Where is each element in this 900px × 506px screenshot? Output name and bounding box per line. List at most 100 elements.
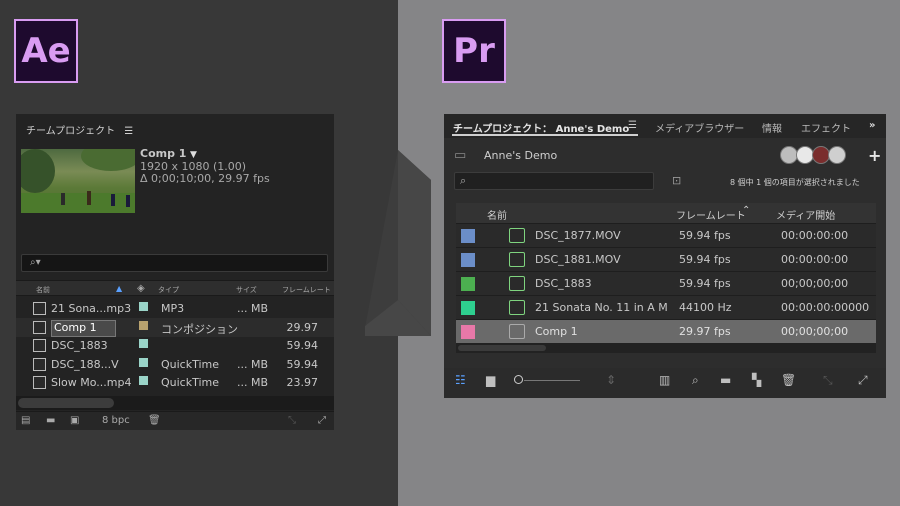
- new-bin-icon[interactable]: ▬: [720, 373, 731, 387]
- after-effects-logo: Ae: [14, 19, 78, 83]
- video-clip-icon: [509, 252, 525, 267]
- pr-search-input[interactable]: ⌕: [454, 172, 654, 190]
- find-icon[interactable]: ⊡: [672, 174, 681, 187]
- find-icon[interactable]: ⌕: [692, 373, 699, 388]
- ae-project-item[interactable]: DSC_1883 59.94: [16, 336, 334, 355]
- tab-info[interactable]: 情報: [762, 120, 782, 135]
- label-color-swatch[interactable]: [461, 277, 475, 291]
- pr-bottom-toolbar: ☷ ▆ ⇕ ▥ ⌕ ▬ ▚ 🗑 ⤡ ⤢: [444, 368, 886, 398]
- sort-ascending-icon[interactable]: ▲: [116, 284, 122, 293]
- pr-item-media-start: 00:00:00:00: [781, 253, 849, 266]
- bit-depth-button[interactable]: 8 bpc: [102, 415, 130, 426]
- column-name[interactable]: 名前: [487, 207, 507, 222]
- ae-item-name: Comp 1: [51, 319, 116, 337]
- column-frame-rate[interactable]: フレームレート: [282, 285, 331, 295]
- new-item-icon[interactable]: ▚: [752, 373, 761, 387]
- label-color-swatch[interactable]: [461, 325, 475, 339]
- ae-item-frame-rate: 59.94: [286, 357, 319, 371]
- comp-name: Comp 1: [140, 147, 187, 160]
- pr-item-name: DSC_1877.MOV: [535, 229, 621, 242]
- expand-icon[interactable]: ⤢: [858, 373, 868, 388]
- ae-item-name: Slow Mo...mp4: [51, 376, 132, 389]
- chevron-double-right-icon[interactable]: »: [869, 120, 875, 131]
- project-name: Anne's Demo: [484, 149, 558, 162]
- hamburger-icon[interactable]: ☰: [628, 120, 637, 131]
- ae-project-item[interactable]: DSC_188...V QuickTime ... MB 59.94: [16, 355, 334, 374]
- label-color-swatch[interactable]: [461, 229, 475, 243]
- column-name[interactable]: 名前: [36, 285, 50, 295]
- pr-team-project-panel: チームプロジェクト： Anne's Demo ☰ メディアブラウザー 情報 エフ…: [444, 114, 886, 398]
- label-color-swatch[interactable]: [139, 302, 148, 311]
- ae-project-item[interactable]: Slow Mo...mp4 QuickTime ... MB 23.97: [16, 373, 334, 392]
- label-tag-icon[interactable]: ◈: [137, 283, 145, 294]
- label-color-swatch[interactable]: [139, 320, 148, 330]
- pr-project-item[interactable]: Comp 1 29.97 fps 00;00;00;00: [456, 319, 876, 343]
- interpret-footage-icon[interactable]: ▤: [21, 415, 30, 426]
- hamburger-icon[interactable]: ☰: [124, 126, 133, 137]
- column-size[interactable]: サイズ: [236, 285, 257, 295]
- zoom-slider[interactable]: [514, 373, 580, 387]
- expand-icon[interactable]: ⤢: [318, 415, 326, 426]
- column-frame-rate[interactable]: フレームレート: [676, 207, 746, 222]
- pr-item-media-start: 00;00;00;00: [781, 325, 849, 338]
- pr-item-media-start: 00:00:00:00: [781, 229, 849, 242]
- search-icon: ⌕▾: [30, 257, 41, 268]
- ae-project-item[interactable]: Comp 1 コンポジション 29.97: [16, 317, 334, 337]
- chevron-down-icon[interactable]: ▼: [190, 150, 197, 160]
- pr-item-name: Comp 1: [535, 325, 578, 338]
- list-view-icon[interactable]: ☷: [455, 373, 466, 387]
- tab-media-browser[interactable]: メディアブラウザー: [655, 120, 744, 135]
- ae-horizontal-scrollbar[interactable]: [16, 396, 334, 410]
- pr-item-name: DSC_1883: [535, 277, 592, 290]
- trash-icon[interactable]: 🗑: [781, 373, 796, 387]
- video-file-icon: [33, 376, 46, 389]
- ae-item-size: ... MB: [237, 302, 269, 315]
- automate-to-sequence-icon[interactable]: ▥: [659, 373, 670, 387]
- sort-ascending-icon[interactable]: ⌃: [742, 205, 750, 216]
- trash-icon[interactable]: 🗑: [148, 415, 161, 426]
- audio-clip-icon: [509, 300, 525, 315]
- label-color-swatch[interactable]: [461, 301, 475, 315]
- ae-column-header: 名前 ▲ ◈ タイプ サイズ フレームレート: [16, 280, 334, 296]
- ae-search-input[interactable]: ⌕▾: [21, 254, 328, 272]
- pr-item-frame-rate: 59.94 fps: [679, 277, 731, 290]
- tab-effects[interactable]: エフェクト: [801, 120, 851, 135]
- label-color-swatch[interactable]: [139, 339, 148, 348]
- ae-project-item[interactable]: 21 Sona...mp3 MP3 ... MB: [16, 299, 334, 318]
- pr-project-item[interactable]: DSC_1881.MOV 59.94 fps 00:00:00:00: [456, 247, 876, 271]
- avatar[interactable]: [828, 146, 846, 164]
- icon-view-icon[interactable]: ▆: [486, 373, 495, 387]
- label-color-swatch[interactable]: [139, 376, 148, 385]
- ae-panel-header: チームプロジェクト ☰: [16, 114, 334, 142]
- comp-info: Comp 1 ▼ 1920 x 1080 (1.00) Δ 0;00;10;00…: [140, 148, 270, 185]
- label-color-swatch[interactable]: [461, 253, 475, 267]
- comp-duration: Δ 0;00;10;00, 29.97 fps: [140, 172, 270, 185]
- sort-icons-icon[interactable]: ⇕: [606, 373, 616, 387]
- pr-project-item[interactable]: 21 Sonata No. 11 in A M 44100 Hz 00:00:00:…: [456, 295, 876, 319]
- label-color-swatch[interactable]: [139, 357, 148, 367]
- new-composition-icon[interactable]: ▣: [70, 415, 79, 426]
- pr-column-header: 名前 フレームレート ⌃ メディア開始: [456, 203, 876, 223]
- new-folder-icon[interactable]: ▬: [46, 415, 55, 426]
- ae-item-name: DSC_188...V: [51, 357, 119, 371]
- image-sequence-icon: [509, 276, 525, 291]
- pr-project-item[interactable]: DSC_1883 59.94 fps 00;00;00;00: [456, 271, 876, 295]
- ae-item-size: ... MB: [237, 357, 269, 371]
- column-media-start[interactable]: メディア開始: [776, 207, 835, 222]
- pr-project-item[interactable]: DSC_1877.MOV 59.94 fps 00:00:00:00: [456, 223, 876, 247]
- ae-item-type: QuickTime: [161, 376, 220, 389]
- image-sequence-icon: [33, 339, 46, 352]
- pr-tab-bar: チームプロジェクト： Anne's Demo ☰ メディアブラウザー 情報 エフ…: [444, 114, 886, 138]
- pr-horizontal-scrollbar[interactable]: [456, 343, 876, 353]
- tab-team-project[interactable]: チームプロジェクト： Anne's Demo: [453, 120, 629, 135]
- project-folder-icon: ▭: [454, 148, 467, 163]
- ae-item-type: MP3: [161, 302, 185, 315]
- pr-item-frame-rate: 44100 Hz: [679, 301, 732, 314]
- pr-item-name: 21 Sonata No. 11 in A M: [535, 301, 668, 314]
- add-collaborator-icon[interactable]: +: [868, 146, 881, 165]
- composition-icon: [33, 320, 46, 334]
- comp-thumbnail: [21, 149, 135, 213]
- column-type[interactable]: タイプ: [158, 285, 179, 295]
- ae-item-type: QuickTime: [161, 357, 220, 371]
- pr-item-media-start: 00;00;00;00: [781, 277, 849, 290]
